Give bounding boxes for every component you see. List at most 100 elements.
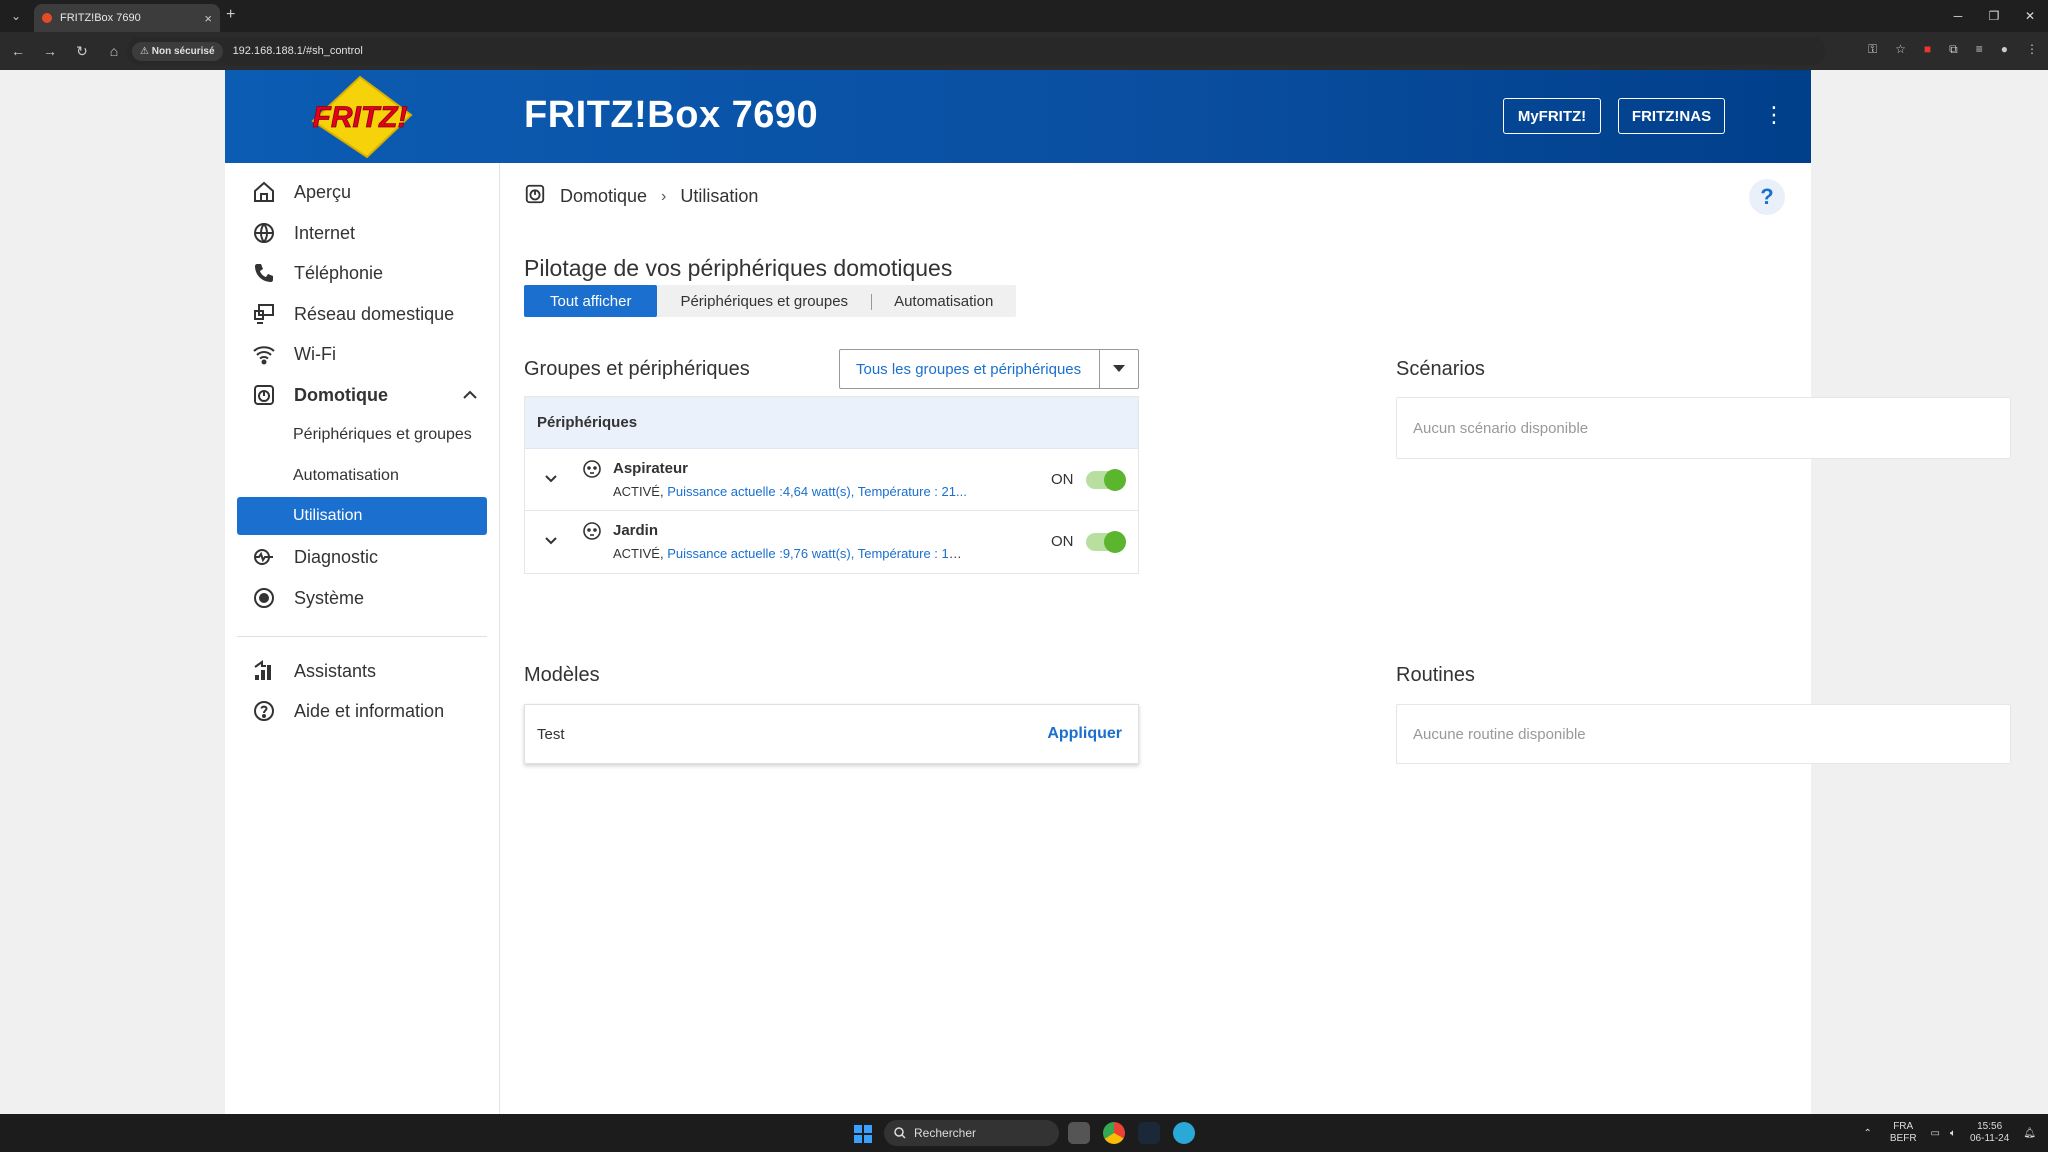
fritz-favicon-icon [42,13,52,23]
home-browser-icon[interactable]: ⌂ [100,37,128,65]
sidebar-item-telephonie[interactable]: Téléphonie [237,254,487,292]
window-controls: ─ ❐ ✕ [1940,0,2048,32]
sidebar-item-diagnostic[interactable]: Diagnostic [237,538,487,576]
reload-icon[interactable]: ↻ [68,37,96,65]
sidebar-item-reseau[interactable]: Réseau domestique [237,295,487,333]
phone-icon [251,260,277,286]
bookmark-star-icon[interactable]: ☆ [1895,42,1906,57]
sidebar-item-aide[interactable]: Aide et information [237,692,487,730]
wifi-icon [251,341,277,367]
apply-model-button[interactable]: Appliquer [1047,725,1122,743]
tab-search-icon[interactable]: ⌄ [4,4,28,28]
sidebar-subitem-automatisation[interactable]: Automatisation [237,457,487,495]
extensions-puzzle-icon[interactable]: ⧉ [1949,42,1958,57]
chevron-down-icon[interactable] [543,533,559,549]
device-toggle[interactable] [1086,469,1126,491]
sidebar: Aperçu Internet Téléphonie Réseau domest… [225,163,500,1114]
sidebar-item-label: Aide et information [294,700,445,721]
sidebar-item-domotique[interactable]: Domotique [237,376,487,414]
restore-icon[interactable]: ❐ [1976,0,2012,32]
windows-start-icon[interactable] [854,1125,872,1143]
tab-peripheriques[interactable]: Périphériques et groupes [657,285,871,317]
tab-tout-afficher[interactable]: Tout afficher [524,285,658,317]
breadcrumb-domotique[interactable]: Domotique [560,186,647,207]
sidebar-item-systeme[interactable]: Système [237,579,487,617]
device-name: Aspirateur [613,460,689,477]
svg-text:FRITZ!: FRITZ! [313,101,408,134]
security-badge[interactable]: ⚠ Non sécurisé [132,41,223,61]
tab-automatisation[interactable]: Automatisation [871,285,1016,317]
close-window-icon[interactable]: ✕ [2012,0,2048,32]
minimize-icon[interactable]: ─ [1940,0,1976,32]
device-state: ON [1051,471,1074,488]
chevron-up-icon[interactable] [461,386,479,404]
fritznas-button[interactable]: FRITZ!NAS [1618,98,1725,134]
device-toggle[interactable] [1086,531,1126,553]
new-tab-icon[interactable]: + [226,6,235,24]
sidebar-subitem-peripheriques[interactable]: Périphériques et groupes [237,416,487,454]
sidebar-item-label: Aperçu [294,181,352,202]
browser-tab-title: FRITZ!Box 7690 [60,12,141,24]
sidebar-item-label: Réseau domestique [294,303,455,324]
media-icon[interactable]: ≡ [1976,42,1983,57]
steam-icon[interactable] [1138,1122,1160,1144]
groups-filter-value: Tous les groupes et périphériques [856,360,1082,378]
device-name: Jardin [613,522,659,539]
diagnostic-icon [251,544,277,570]
chrome-icon[interactable] [1103,1122,1125,1144]
sidebar-subitem-utilisation[interactable]: Utilisation [237,497,487,535]
model-name: Test [537,725,565,743]
os-taskbar: Rechercher ⌃ FRA BEFR ▭ 🔈︎ 15:56 06-11-24 … [0,1114,2048,1152]
page-title: Pilotage de vos périphériques domotiques [524,255,953,281]
notification-bell-icon[interactable]: 🔔︎ [2023,1128,2036,1139]
extension-red-icon[interactable]: ■ [1924,42,1931,57]
back-icon[interactable]: ← [4,37,32,65]
fritz-app: FRITZ! FRITZ!Box 7690 MyFRITZ! FRITZ!NAS… [225,70,2011,1114]
sidebar-item-internet[interactable]: Internet [237,214,487,252]
device-row: Jardin ACTIVÉ, Puissance actuelle :9,76 … [525,511,1138,573]
myfritz-button[interactable]: MyFRITZ! [1503,98,1601,134]
help-button[interactable]: ? [1749,179,1785,215]
language-indicator[interactable]: FRA BEFR [1890,1121,1917,1145]
taskbar-search[interactable]: Rechercher [884,1120,1059,1146]
sidebar-item-label: Téléphonie [294,262,384,283]
network-tray-icon[interactable]: ▭ [1931,1128,1940,1139]
sidebar-item-wifi[interactable]: Wi-Fi [237,335,487,373]
browser-menu-icon[interactable]: ⋮ [2026,42,2038,57]
app-header: FRITZ! FRITZ!Box 7690 MyFRITZ! FRITZ!NAS… [225,70,1811,163]
breadcrumb: Domotique › Utilisation [524,183,758,210]
more-menu-icon[interactable]: ⋮ [1763,104,1785,126]
devices-header: Périphériques [525,397,1138,449]
clock[interactable]: 15:56 06-11-24 [1970,1121,2009,1145]
password-key-icon[interactable]: ⚿ [1868,42,1877,57]
task-view-icon[interactable] [1068,1122,1090,1144]
groups-filter-select[interactable]: Tous les groupes et périphériques [839,349,1139,389]
fritz-logo-icon[interactable]: FRITZ! [305,75,415,159]
browser-tab[interactable]: FRITZ!Box 7690 × [34,4,220,32]
sidebar-item-label: Diagnostic [294,546,379,567]
groups-title: Groupes et périphériques [524,358,750,380]
sidebar-item-apercu[interactable]: Aperçu [237,173,487,211]
assistant-icon [251,658,277,684]
sidebar-item-label: Assistants [294,660,377,681]
browser-tabbar: ⌄ FRITZ!Box 7690 × + ─ ❐ ✕ [0,0,2048,32]
chevron-down-icon[interactable] [543,471,559,487]
product-title: FRITZ!Box 7690 [524,94,819,136]
sidebar-item-label: Système [294,587,365,608]
sidebar-divider [237,636,487,637]
app-icon[interactable] [1173,1122,1195,1144]
sidebar-item-assistants[interactable]: Assistants [237,652,487,690]
address-bar[interactable]: ⚠ Non sécurisé 192.168.188.1/#sh_control [126,37,1826,65]
dropdown-arrow-icon[interactable] [1099,350,1138,388]
volume-icon[interactable]: 🔈︎ [1950,1128,1956,1139]
model-card: Test Appliquer [524,704,1139,764]
home-icon [251,179,277,205]
profile-icon[interactable]: ● [2001,42,2008,57]
forward-icon[interactable]: → [36,37,64,65]
scenarios-title: Scénarios [1396,358,1485,380]
url-text[interactable]: 192.168.188.1/#sh_control [233,45,363,57]
sidebar-item-label: Internet [294,222,356,243]
tray-chevron-icon[interactable]: ⌃ [1863,1128,1871,1139]
network-icon [251,301,277,327]
close-tab-icon[interactable]: × [204,11,212,26]
